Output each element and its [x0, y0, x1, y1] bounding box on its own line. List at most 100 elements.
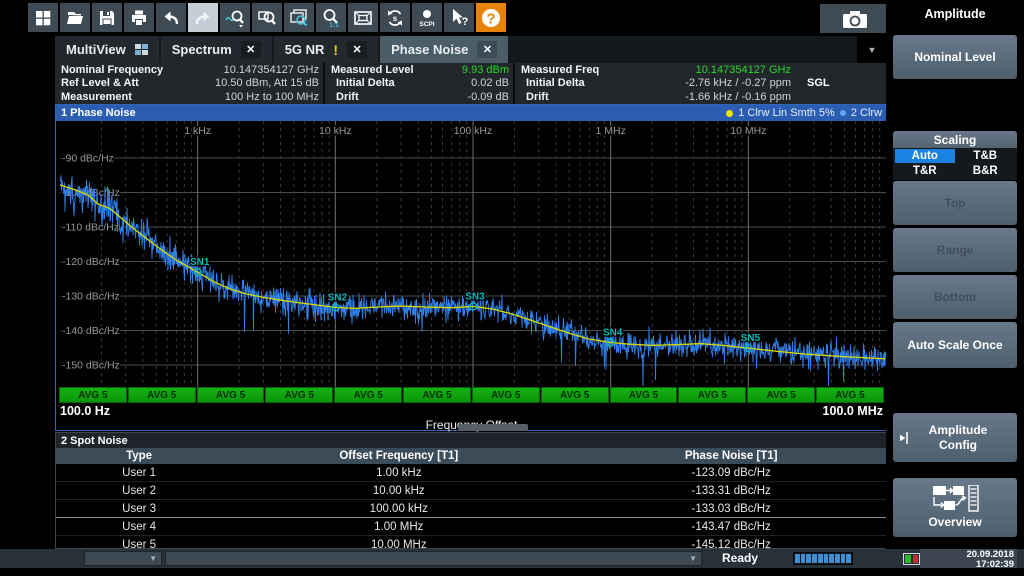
svg-text:-90 dBc/Hz: -90 dBc/Hz: [62, 153, 114, 165]
svg-text:1 kHz: 1 kHz: [184, 125, 211, 137]
info-label: Measured Freq: [521, 64, 631, 77]
spot-noise-table-header: Type Offset Frequency [T1] Phase Noise […: [56, 448, 887, 464]
open-folder-icon[interactable]: [60, 3, 90, 32]
cell-type: User 2: [56, 482, 222, 499]
collapse-arrow-icon: [899, 431, 908, 445]
measurement-info-bar: Nominal Frequency10.147354127 GHz Ref Le…: [55, 63, 888, 104]
window-splitter-handle[interactable]: [458, 424, 528, 431]
info-label: Measured Level: [331, 64, 414, 77]
info-label: Initial Delta: [331, 77, 395, 90]
save-icon[interactable]: [92, 3, 122, 32]
column-header-phase-noise: Phase Noise [T1]: [575, 448, 887, 464]
amplitude-config-button[interactable]: Amplitude Config: [893, 413, 1017, 462]
status-dropdown-main[interactable]: ▼: [165, 551, 702, 566]
sweep-refresh-icon[interactable]: s: [380, 3, 410, 32]
close-tab-icon[interactable]: ✕: [241, 41, 261, 58]
avg-count-segment: AVG 5: [334, 387, 402, 403]
screenshot-camera-button[interactable]: [820, 4, 890, 33]
info-label: Drift: [331, 91, 359, 104]
svg-text:10 MHz: 10 MHz: [730, 125, 766, 137]
svg-text:-130 dBc/Hz: -130 dBc/Hz: [62, 291, 120, 303]
svg-text:10 kHz: 10 kHz: [319, 125, 352, 137]
info-value: 0.02 dB: [471, 77, 509, 90]
avg-count-segment: AVG 5: [265, 387, 333, 403]
overview-button[interactable]: Overview: [893, 478, 1017, 537]
zoom-trace-icon[interactable]: [220, 3, 250, 32]
cell-offset: 1.00 MHz: [222, 518, 575, 535]
print-icon[interactable]: [124, 3, 154, 32]
scaling-option-tr[interactable]: T&R: [895, 164, 955, 178]
x-axis-endpoints: 100.0 Hz 100.0 MHz: [56, 403, 887, 418]
avg-count-segment: AVG 5: [197, 387, 265, 403]
help-glyph: ?: [486, 10, 495, 27]
context-help-icon[interactable]: ?: [444, 3, 474, 32]
help-icon[interactable]: ?: [476, 3, 506, 32]
close-tab-icon[interactable]: ✕: [347, 41, 367, 58]
close-tab-icon[interactable]: ✕: [477, 41, 497, 58]
cell-type: User 1: [56, 464, 222, 481]
main-toolbar: 1:1 s SCPI ? ?: [28, 3, 508, 32]
svg-text:SN5: SN5: [741, 333, 761, 344]
avg-count-segment: AVG 5: [541, 387, 609, 403]
cell-type: User 4: [56, 518, 222, 535]
svg-text:-110 dBc/Hz: -110 dBc/Hz: [62, 222, 119, 234]
tab-bar: MultiView Spectrum ✕ 5G NR ! ✕ Phase Noi…: [55, 36, 857, 63]
scaling-header: Scaling: [893, 131, 1017, 148]
cursor-help-glyph: ?: [462, 16, 469, 28]
scaling-option-tb[interactable]: T&B: [956, 149, 1016, 163]
table-row[interactable]: User 4 1.00 MHz -143.47 dBc/Hz: [56, 518, 887, 536]
camera-icon: [842, 9, 868, 29]
average-count-bar: AVG 5AVG 5AVG 5AVG 5AVG 5AVG 5AVG 5AVG 5…: [56, 387, 887, 403]
cell-phase-noise: -143.47 dBc/Hz: [575, 518, 887, 535]
scaling-selector: Scaling Auto T&B T&R B&R: [893, 131, 1017, 180]
status-dropdown-left[interactable]: ▼: [84, 551, 162, 566]
tab-spectrum[interactable]: Spectrum ✕: [161, 36, 272, 63]
sidebar-menu-title: Amplitude: [886, 7, 1024, 21]
undo-icon[interactable]: [156, 3, 186, 32]
find-1-1-icon[interactable]: 1:1: [316, 3, 346, 32]
tab-overflow-chevron-icon[interactable]: ▼: [858, 36, 886, 63]
avg-count-segment: AVG 5: [59, 387, 127, 403]
sweep-progress-bar: [793, 552, 853, 565]
info-value: 100 Hz to 100 MHz: [225, 91, 319, 104]
tab-phase-noise[interactable]: Phase Noise ✕: [380, 36, 508, 63]
info-value: 10.147354127 GHz: [224, 64, 319, 77]
scpi-recorder-icon[interactable]: SCPI: [412, 3, 442, 32]
amplitude-config-label: Amplitude Config: [893, 423, 1017, 453]
windows-logo-icon[interactable]: [28, 3, 58, 32]
info-label: Ref Level & Att: [61, 77, 139, 90]
phase-noise-plot[interactable]: 1 kHz10 kHz100 kHz1 MHz10 MHz-90 dBc/Hz-…: [56, 121, 887, 387]
avg-count-segment: AVG 5: [816, 387, 884, 403]
tab-5g-nr[interactable]: 5G NR ! ✕: [274, 36, 378, 63]
range-button: Range: [893, 228, 1017, 272]
info-label: Initial Delta: [521, 77, 631, 90]
fullscreen-frame-icon[interactable]: [348, 3, 378, 32]
scaling-option-br[interactable]: B&R: [956, 164, 1016, 178]
tab-multiview[interactable]: MultiView: [55, 36, 159, 63]
avg-count-segment: AVG 5: [610, 387, 678, 403]
svg-text:SN4: SN4: [603, 327, 623, 338]
info-group-freq: Measured Freq10.147354127 GHz Initial De…: [515, 63, 888, 104]
svg-text:SN2: SN2: [328, 292, 348, 303]
phase-noise-window-titlebar[interactable]: 1 Phase Noise 1 Clrw Lin Smth 5% 2 Clrw: [56, 105, 887, 121]
window2-title[interactable]: 2 Spot Noise: [56, 433, 887, 448]
top-button: Top: [893, 181, 1017, 225]
scpi-glyph: SCPI: [419, 21, 434, 28]
table-row[interactable]: User 3 100.00 kHz -133.03 dBc/Hz: [56, 500, 887, 518]
zoom-selection-icon[interactable]: [252, 3, 282, 32]
auto-scale-once-button[interactable]: Auto Scale Once: [893, 322, 1017, 368]
tab-spectrum-label: Spectrum: [172, 42, 232, 57]
trace2-legend-label: 2 Clrw: [851, 107, 882, 119]
info-value: 10.50 dBm, Att 15 dB: [215, 77, 319, 90]
scaling-option-auto[interactable]: Auto: [895, 149, 955, 163]
nominal-level-button[interactable]: Nominal Level: [893, 35, 1017, 79]
trace1-legend-label: 1 Clrw Lin Smth 5%: [738, 107, 835, 119]
svg-text:100 kHz: 100 kHz: [454, 125, 493, 137]
cell-phase-noise: -133.03 dBc/Hz: [575, 500, 887, 517]
table-row[interactable]: User 1 1.00 kHz -123.09 dBc/Hz: [56, 464, 887, 482]
zoom-multi-window-icon[interactable]: [284, 3, 314, 32]
redo-icon: [188, 3, 218, 32]
table-row[interactable]: User 2 10.00 kHz -133.31 dBc/Hz: [56, 482, 887, 500]
multiview-grid-icon: [135, 44, 148, 55]
column-header-offset-frequency: Offset Frequency [T1]: [222, 448, 575, 464]
